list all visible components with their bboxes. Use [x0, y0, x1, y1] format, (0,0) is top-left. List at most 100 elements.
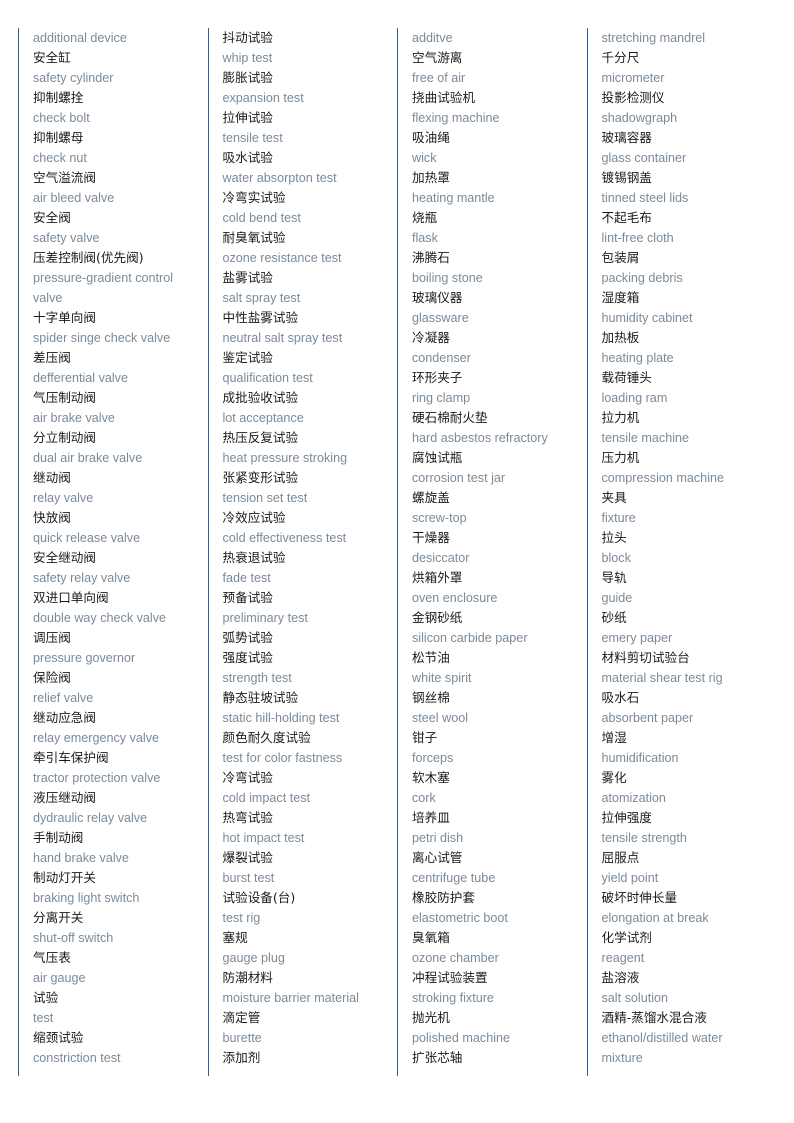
term-chinese: 抑制螺母: [33, 130, 84, 145]
term-english: block: [601, 551, 631, 565]
term-english: white spirit: [412, 671, 472, 685]
glossary-columns: additional device 安全缸 safety cylinder 抑制螺拴 c…: [18, 28, 776, 1076]
term-english: dydraulic relay valve: [33, 811, 148, 825]
term-chinese: 环形夹子: [412, 370, 463, 385]
term-english: hand brake valve: [33, 851, 129, 865]
term-english: braking light switch: [33, 891, 140, 905]
term-chinese: 双进口单向阀: [33, 590, 109, 605]
term-chinese: 气压表: [33, 950, 71, 965]
term-english: desiccator: [412, 551, 470, 565]
term-chinese: 烧瓶: [412, 210, 438, 225]
term-english: condenser: [412, 351, 471, 365]
term-chinese: 液压继动阀: [33, 790, 96, 805]
term-chinese: 破坏时伸长量: [601, 890, 678, 905]
term-chinese: 化学试剂: [601, 930, 652, 945]
glossary-column-1: additional device 安全缸 safety cylinder 抑制螺拴 c…: [18, 28, 208, 1076]
term-chinese: 十字单向阀: [33, 310, 96, 325]
term-chinese: 导轨: [601, 570, 627, 585]
term-english: mixture: [601, 1051, 643, 1065]
term-english: material shear test rig: [601, 671, 723, 685]
term-chinese: 橡胶防护套: [412, 890, 475, 905]
term-english: wick: [412, 151, 437, 165]
term-english: free of air: [412, 71, 466, 85]
term-chinese: 手制动阀: [33, 830, 84, 845]
term-english: loading ram: [601, 391, 668, 405]
term-chinese: 冷效应试验: [222, 510, 286, 525]
term-english: pressure governor: [33, 651, 136, 665]
term-chinese: 安全继动阀: [33, 550, 96, 565]
term-chinese: 盐雾试验: [222, 270, 273, 285]
term-english: check nut: [33, 151, 87, 165]
term-english: shadowgraph: [601, 111, 678, 125]
term-english: lint-free cloth: [601, 231, 674, 245]
glossary-column-3: additve 空气游离 free of air 挠曲试验机 flexing machi…: [397, 28, 587, 1076]
term-chinese: 热衰退试验: [222, 550, 286, 565]
term-chinese: 千分尺: [601, 50, 640, 65]
term-english: tension set test: [222, 491, 308, 505]
term-english: packing debris: [601, 271, 683, 285]
term-english: salt spray test: [222, 291, 301, 305]
term-chinese: 安全缸: [33, 50, 71, 65]
term-english: forceps: [412, 751, 454, 765]
term-chinese: 鉴定试验: [222, 350, 273, 365]
term-english: pressure-gradient control: [33, 271, 174, 285]
term-english: stretching mandrel: [601, 31, 706, 45]
term-english: expansion test: [222, 91, 304, 105]
term-chinese: 加热板: [601, 330, 640, 345]
term-chinese: 金钢砂纸: [412, 610, 463, 625]
term-chinese: 保险阀: [33, 670, 71, 685]
term-english: humidity cabinet: [601, 311, 693, 325]
term-english: quick release valve: [33, 531, 141, 545]
term-chinese: 缩颈试验: [33, 1030, 84, 1045]
term-english: ozone resistance test: [222, 251, 342, 265]
term-chinese: 压差控制阀(优先阀): [33, 250, 144, 265]
term-english: water absorpton test: [222, 171, 337, 185]
term-english: glass container: [601, 151, 687, 165]
term-english: tensile machine: [601, 431, 690, 445]
term-chinese: 玻璃容器: [601, 130, 652, 145]
term-english: glassware: [412, 311, 469, 325]
term-chinese: 塞规: [222, 930, 248, 945]
term-english: petri dish: [412, 831, 464, 845]
term-chinese: 拉伸强度: [601, 810, 652, 825]
term-chinese: 镀锡钢盖: [601, 170, 652, 185]
glossary-page: additional device 安全缸 safety cylinder 抑制螺拴 c…: [0, 0, 794, 1123]
term-chinese: 盐溶液: [601, 970, 640, 985]
term-english: whip test: [222, 51, 273, 65]
term-english: test for color fastness: [222, 751, 343, 765]
term-chinese: 试验: [33, 990, 59, 1005]
term-english: valve: [33, 291, 63, 305]
term-chinese: 试验设备(台): [222, 890, 296, 905]
term-english: spider singe check valve: [33, 331, 171, 345]
term-english: neutral salt spray test: [222, 331, 343, 345]
term-english: ethanol/distilled water: [601, 1031, 723, 1045]
term-english: strength test: [222, 671, 292, 685]
term-chinese: 抑制螺拴: [33, 90, 84, 105]
term-chinese: 添加剂: [222, 1050, 261, 1065]
term-english: reagent: [601, 951, 645, 965]
column-divider-rule: [586, 28, 588, 1076]
term-english: steel wool: [412, 711, 469, 725]
term-english: static hill-holding test: [222, 711, 340, 725]
term-chinese: 中性盐雾试验: [222, 310, 299, 325]
term-english: test rig: [222, 911, 261, 925]
term-english: boiling stone: [412, 271, 483, 285]
term-chinese: 松节油: [412, 650, 450, 665]
term-english: oven enclosure: [412, 591, 498, 605]
term-chinese: 增湿: [601, 730, 627, 745]
term-english: elastometric boot: [412, 911, 508, 925]
term-english: corrosion test jar: [412, 471, 506, 485]
term-chinese: 烘箱外罩: [412, 570, 463, 585]
term-chinese: 弧势试验: [222, 630, 273, 645]
term-chinese: 静态驻坡试验: [222, 690, 299, 705]
term-english: cold effectiveness test: [222, 531, 347, 545]
term-chinese: 湿度箱: [601, 290, 640, 305]
term-chinese: 冷凝器: [412, 330, 450, 345]
term-english: compression machine: [601, 471, 725, 485]
term-english: emery paper: [601, 631, 673, 645]
term-english: safety cylinder: [33, 71, 114, 85]
term-english: safety valve: [33, 231, 100, 245]
term-chinese: 张紧变形试验: [222, 470, 299, 485]
term-chinese: 软木塞: [412, 770, 450, 785]
term-chinese: 膨胀试验: [222, 70, 273, 85]
